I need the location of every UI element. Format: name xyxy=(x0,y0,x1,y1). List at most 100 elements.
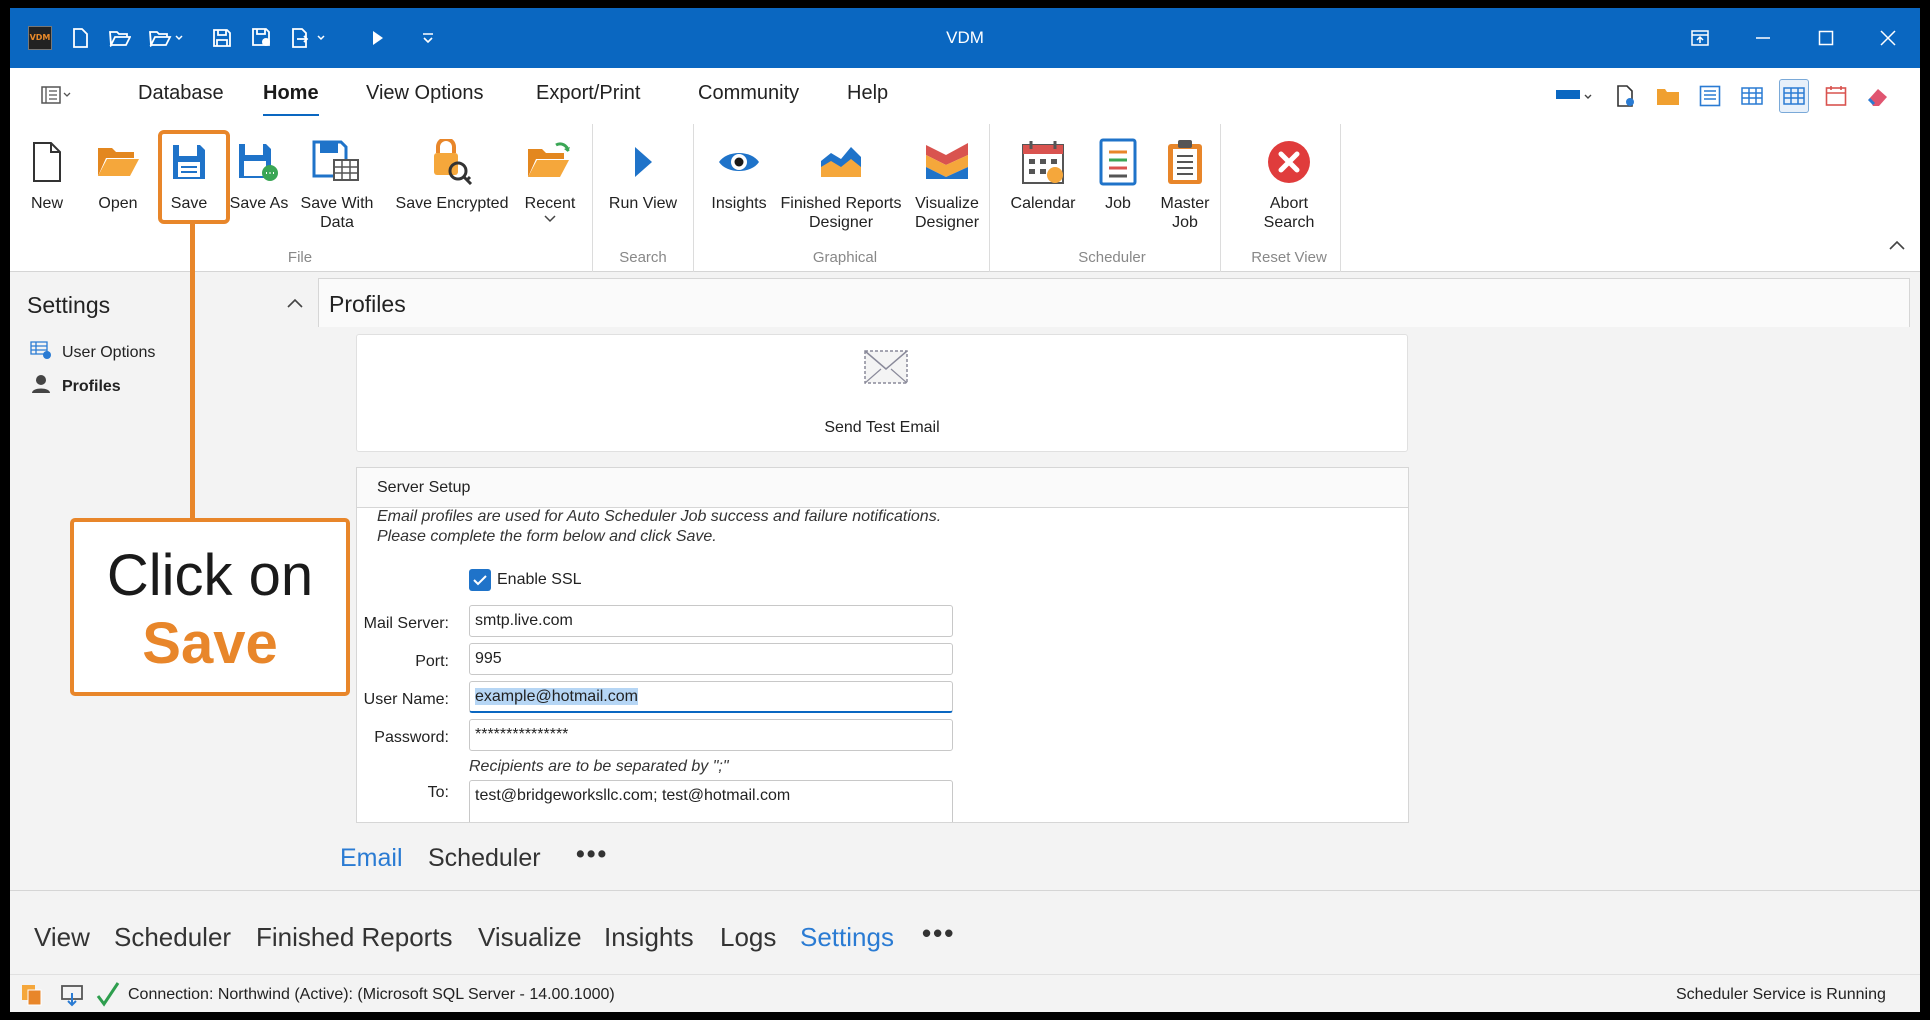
abort-icon xyxy=(1230,136,1348,188)
abort-search-button[interactable]: Abort Search xyxy=(1230,136,1348,232)
maximize-icon[interactable] xyxy=(1806,22,1846,54)
nav-tab-more[interactable]: ••• xyxy=(922,918,955,949)
minimize-icon[interactable] xyxy=(1743,22,1783,54)
job-list-icon xyxy=(1092,136,1144,188)
save-encrypted-button[interactable]: Save Encrypted xyxy=(384,136,520,213)
open-button[interactable]: Open xyxy=(90,136,146,213)
calendar-icon[interactable] xyxy=(1821,82,1851,110)
collapse-ribbon-icon[interactable] xyxy=(1888,238,1908,254)
ribbon-separator xyxy=(1340,124,1341,272)
server-setup-group: Server Setup Email profiles are used for… xyxy=(356,467,1409,823)
theme-color-icon[interactable] xyxy=(1552,82,1598,110)
user-icon xyxy=(30,374,52,399)
app-menu-icon[interactable] xyxy=(40,82,74,108)
group-label-search: Search xyxy=(619,249,667,266)
to-input[interactable]: test@bridgeworksllc.com; test@hotmail.co… xyxy=(469,780,953,822)
group-label-graphical: Graphical xyxy=(812,249,878,266)
password-label: Password: xyxy=(374,729,449,746)
mail-server-input[interactable]: smtp.live.com xyxy=(469,605,953,637)
group-label-file: File xyxy=(287,249,313,266)
callout-line-1: Click on xyxy=(106,543,314,608)
nav-tab-insights[interactable]: Insights xyxy=(604,922,694,953)
menu-tab-database[interactable]: Database xyxy=(138,82,224,105)
document-settings-icon[interactable] xyxy=(1611,82,1641,110)
collapse-settings-icon[interactable] xyxy=(286,296,306,316)
visualize-designer-button[interactable]: Visualize Designer xyxy=(906,136,988,232)
save-with-data-icon xyxy=(296,136,378,188)
table-view-icon[interactable] xyxy=(1779,79,1809,113)
mail-server-label: Mail Server: xyxy=(363,615,449,632)
recipients-note: Recipients are to be separated by ";" xyxy=(469,758,729,775)
save-with-data-button[interactable]: Save With Data xyxy=(296,136,378,232)
run-icon xyxy=(602,136,684,188)
grid-view-icon[interactable] xyxy=(1737,82,1767,110)
run-view-button[interactable]: Run View xyxy=(602,136,684,213)
recent-folder-icon xyxy=(518,136,582,188)
new-button[interactable]: New xyxy=(22,136,72,213)
ribbon-separator xyxy=(693,124,694,272)
nav-tab-logs[interactable]: Logs xyxy=(720,922,776,953)
sidebar-item-user-options[interactable]: User Options xyxy=(30,340,155,365)
server-setup-header: Server Setup xyxy=(357,468,1408,508)
nav-tab-settings[interactable]: Settings xyxy=(800,922,894,953)
server-note-2: Please complete the form below and click… xyxy=(377,528,717,545)
sub-tab-more[interactable]: ••• xyxy=(576,840,608,869)
callout-line-2: Save xyxy=(142,611,278,676)
callout-connector xyxy=(190,223,195,519)
calendar-icon xyxy=(1000,136,1086,188)
nav-tab-scheduler[interactable]: Scheduler xyxy=(114,922,231,953)
menu-bar: Database Home View Options Export/Print … xyxy=(10,68,1920,122)
group-label-reset-view: Reset View xyxy=(1251,249,1327,266)
save-as-button[interactable]: Save As xyxy=(224,136,294,213)
ribbon-separator xyxy=(592,124,593,272)
close-icon[interactable] xyxy=(1868,22,1908,54)
calendar-button[interactable]: Calendar xyxy=(1000,136,1086,213)
nav-tab-finished-reports[interactable]: Finished Reports xyxy=(256,922,453,953)
nav-tab-view[interactable]: View xyxy=(34,922,90,953)
sidebar-item-profiles[interactable]: Profiles xyxy=(30,374,121,399)
send-test-email-button[interactable]: Send Test Email xyxy=(356,334,1408,452)
job-button[interactable]: Job xyxy=(1092,136,1144,213)
area-chart-icon xyxy=(776,136,906,188)
save-highlight-box xyxy=(158,130,230,224)
user-options-icon xyxy=(30,340,52,365)
sub-tab-email[interactable]: Email xyxy=(340,844,403,873)
insights-button[interactable]: Insights xyxy=(702,136,776,213)
finished-reports-designer-button[interactable]: Finished Reports Designer xyxy=(776,136,906,232)
enable-ssl-checkbox[interactable]: Enable SSL xyxy=(469,569,582,591)
eraser-icon[interactable] xyxy=(1863,82,1893,110)
ribbon: New Open Save Save As Save With Data Sav… xyxy=(10,116,1920,272)
chevron-down-icon xyxy=(518,213,582,225)
recent-button[interactable]: Recent xyxy=(518,136,582,225)
bottom-divider xyxy=(10,890,1920,891)
app-window: VDM VDM Database Home View Options Expor… xyxy=(10,8,1920,1012)
folder-icon[interactable] xyxy=(1653,82,1683,110)
port-input[interactable]: 995 xyxy=(469,643,953,675)
scheduler-status: Scheduler Service is Running xyxy=(1676,986,1886,1003)
list-view-icon[interactable] xyxy=(1695,82,1725,110)
status-bar: Connection: Northwind (Active): (Microso… xyxy=(10,974,1920,1012)
menu-tab-help[interactable]: Help xyxy=(847,82,888,105)
menu-tab-export-print[interactable]: Export/Print xyxy=(536,82,640,105)
master-job-button[interactable]: Master Job xyxy=(1150,136,1220,232)
connection-check-icon xyxy=(96,981,120,1012)
pin-icon[interactable] xyxy=(1680,22,1720,54)
copy-icon[interactable] xyxy=(20,983,44,1012)
menu-tab-community[interactable]: Community xyxy=(698,82,799,105)
open-folder-icon xyxy=(90,136,146,188)
window-title: VDM xyxy=(946,28,984,47)
title-bar: VDM VDM xyxy=(10,8,1920,68)
user-name-input[interactable]: example@hotmail.com xyxy=(469,681,953,713)
clipboard-icon xyxy=(1150,136,1220,188)
port-label: Port: xyxy=(415,653,449,670)
nav-tab-visualize[interactable]: Visualize xyxy=(478,922,582,953)
settings-panel-title: Settings xyxy=(27,292,111,318)
menu-tab-view-options[interactable]: View Options xyxy=(366,82,483,105)
sub-tab-scheduler[interactable]: Scheduler xyxy=(428,844,541,873)
user-name-label: User Name: xyxy=(363,691,449,708)
password-input[interactable]: *************** xyxy=(469,719,953,751)
envelope-icon xyxy=(863,349,909,390)
database-download-icon[interactable] xyxy=(60,983,84,1012)
menu-tab-home[interactable]: Home xyxy=(263,82,319,117)
callout-box: Click on Save xyxy=(70,518,350,696)
